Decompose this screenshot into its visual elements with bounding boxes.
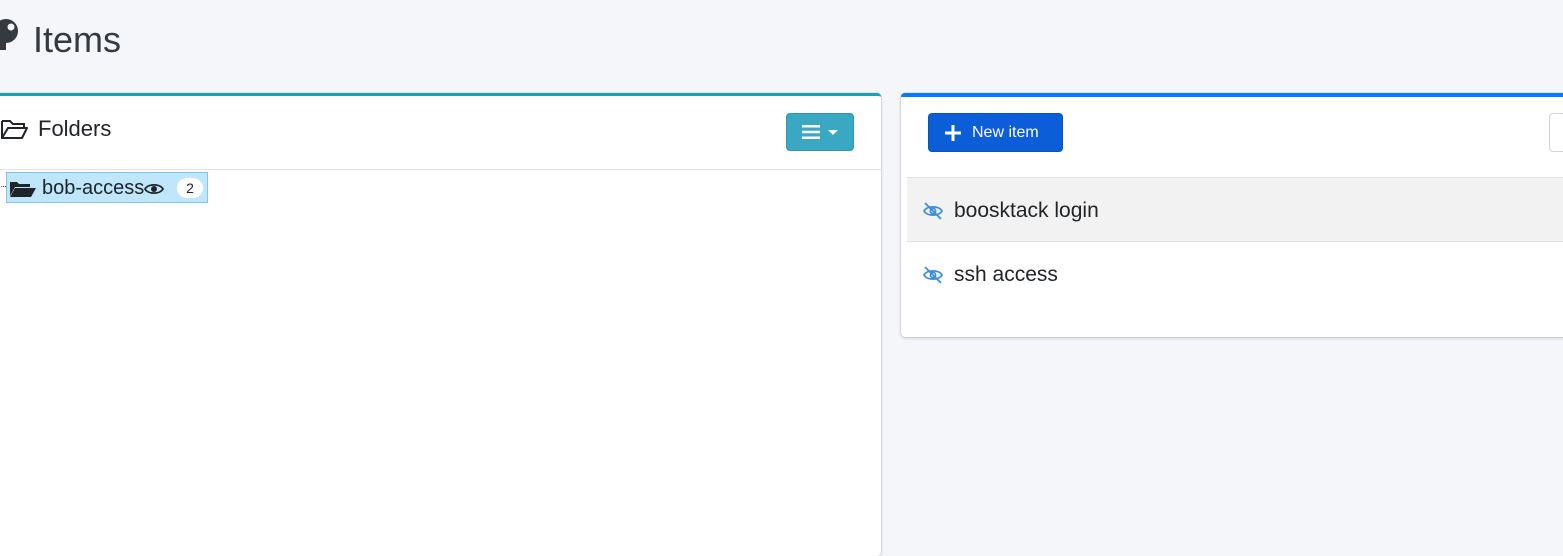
- folder-open-icon: [1, 120, 28, 139]
- page-header: Items: [0, 0, 1563, 85]
- bars-icon: [802, 125, 820, 139]
- new-item-label: New item: [972, 124, 1039, 141]
- plus-icon: [945, 125, 961, 141]
- item-count-badge: 2: [177, 178, 203, 198]
- folders-title: Folders: [38, 116, 112, 141]
- folder-tree-node-bob-access[interactable]: bob-access 2: [6, 172, 208, 203]
- folders-menu-button[interactable]: [786, 113, 854, 151]
- eye-slash-icon: [922, 266, 944, 284]
- folders-card-header: Folders: [0, 96, 881, 170]
- eye-slash-icon: [922, 202, 944, 220]
- item-label: ssh access: [954, 263, 1058, 286]
- item-label: boosktack login: [954, 199, 1099, 222]
- folders-card: Folders bob-access 2: [0, 93, 881, 556]
- page-title: Items: [33, 19, 122, 60]
- key-icon: [0, 19, 18, 50]
- folder-label: bob-access: [42, 177, 145, 199]
- folder-open-icon: [10, 182, 36, 197]
- item-row-boosktack-login[interactable]: boosktack login: [907, 177, 1563, 242]
- item-row-ssh-access[interactable]: ssh access: [907, 242, 1563, 307]
- chevron-down-icon: [828, 130, 838, 135]
- items-card: New item boosktack login ssh access: [901, 93, 1563, 337]
- search-input[interactable]: [1549, 113, 1563, 152]
- new-item-button[interactable]: New item: [928, 113, 1063, 152]
- eye-icon: [144, 183, 164, 195]
